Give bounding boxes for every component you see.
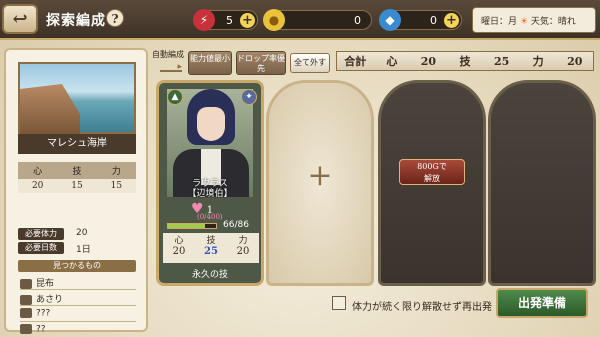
- hp-fill: [168, 224, 205, 228]
- arrow-icon: ▸: [160, 62, 182, 72]
- stat-header-skill: 技: [72, 167, 82, 177]
- stat-value-skill: 15: [71, 181, 83, 191]
- stamina-value: 5: [226, 14, 233, 27]
- gem-counter: ◆ 0 +: [379, 9, 462, 31]
- feather-icon: [20, 308, 32, 318]
- swirl-icon: ✦: [241, 89, 257, 105]
- coin-counter: ● 0: [263, 9, 372, 31]
- character-stats: 心 20 技 25 力 20: [163, 233, 259, 263]
- totals-heart-label: 心: [386, 55, 398, 68]
- location-image: [18, 62, 136, 134]
- drop-rate-button[interactable]: ドロップ率優先: [236, 51, 286, 75]
- hp-bar: [167, 223, 217, 229]
- top-bar: ↩ 探索編成 ? ⚡ 5 + ● 0 ◆ 0 + 曜日：月 ☀ 天気：晴れ: [0, 0, 600, 40]
- unlock-button[interactable]: 800Gで 解放: [399, 159, 465, 185]
- location-name: マレシュ海岸: [18, 134, 136, 154]
- party-slot-1[interactable]: ▲ ✦ ラウラス 【辺境伯】 ♥ 1 (0/400) 66/86 心 20 技 25 …: [156, 80, 264, 286]
- find-item[interactable]: あさり: [20, 292, 136, 306]
- gem-value: 0: [430, 14, 437, 27]
- back-arrow-icon: ↩: [12, 8, 28, 30]
- help-button[interactable]: ?: [106, 9, 124, 27]
- weather-panel: 曜日：月 ☀ 天気：晴れ: [472, 7, 596, 33]
- find-item[interactable]: 昆布: [20, 276, 136, 290]
- auto-formation-label: 自動編成: [152, 50, 184, 59]
- party-slot-2-empty[interactable]: +: [266, 80, 374, 286]
- coin-icon: ●: [263, 9, 285, 31]
- affinity-progress: (0/400): [197, 213, 223, 221]
- location-panel: マレシュ海岸 心 技 力 20 15 15 必要体力 20 必要日数 1日 見つかるもの 昆…: [4, 48, 148, 335]
- hp-text: 66/86: [223, 220, 249, 230]
- clear-all-button[interactable]: 全て外す: [290, 53, 330, 73]
- gem-add-button[interactable]: +: [444, 13, 459, 28]
- coin-value: 0: [354, 14, 361, 27]
- stat-value-heart: 20: [31, 181, 44, 191]
- find-item[interactable]: ??: [20, 324, 136, 337]
- stamina-counter: ⚡ 5 +: [193, 9, 258, 31]
- location-stats: 心 技 力 20 15 15: [18, 162, 136, 193]
- stat-header-heart: 心: [33, 167, 43, 177]
- character-name: ラウラス 【辺境伯】: [187, 179, 233, 199]
- day-label: 曜日：月: [481, 17, 518, 27]
- weather-label: 天気：晴れ: [530, 17, 576, 27]
- find-item[interactable]: ???: [20, 308, 136, 322]
- totals-skill-value: 25: [493, 54, 510, 68]
- required-days: 必要日数 1日: [18, 242, 136, 255]
- stamina-add-button[interactable]: +: [240, 13, 255, 28]
- party-slot-3-locked: 800Gで 解放: [378, 80, 486, 286]
- add-character-icon: +: [307, 158, 333, 193]
- lightning-icon: ⚡: [193, 9, 215, 31]
- sun-icon: ☀: [519, 17, 528, 27]
- totals-power-value: 20: [567, 54, 583, 68]
- totals-label: 合計: [344, 55, 367, 68]
- totals-heart-value: 20: [420, 54, 437, 68]
- finds-header: 見つかるもの: [18, 260, 136, 272]
- boot-icon: ▲: [167, 89, 183, 105]
- stat-value-power: 15: [110, 181, 123, 191]
- auto-restart-checkbox[interactable]: [332, 296, 346, 310]
- totals-power-label: 力: [532, 55, 544, 68]
- stat-header-power: 力: [111, 167, 121, 177]
- skill-name: 永久の技: [191, 270, 228, 280]
- unknown-item-icon: [20, 324, 32, 334]
- page-title: 探索編成: [46, 13, 106, 29]
- kelp-icon: [20, 278, 32, 289]
- back-button[interactable]: ↩: [2, 4, 38, 34]
- depart-button[interactable]: 出発準備: [496, 288, 588, 318]
- diamond-icon: ◆: [379, 9, 401, 31]
- clam-icon: [20, 294, 32, 305]
- min-stat-button[interactable]: 能力値最小: [188, 51, 232, 75]
- totals-bar: 合計 心 20 技 25 力 20: [336, 51, 594, 71]
- totals-skill-label: 技: [459, 55, 471, 68]
- party-slot-4-locked: [488, 80, 596, 286]
- required-stamina: 必要体力 20: [18, 228, 136, 241]
- auto-restart-label: 体力が続く限り解散せず再出発: [352, 302, 492, 313]
